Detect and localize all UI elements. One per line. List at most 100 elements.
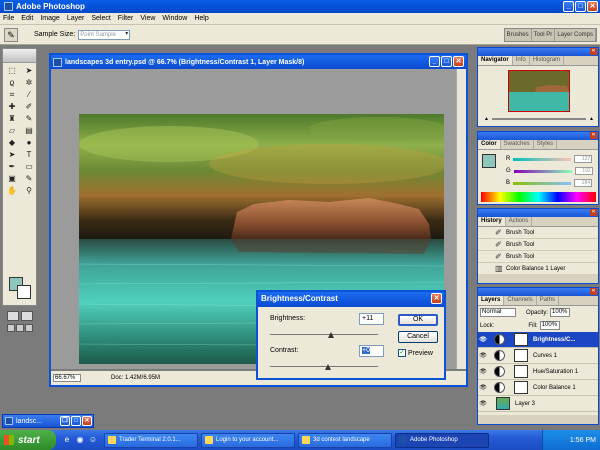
red-value[interactable]: 137: [574, 155, 593, 163]
messenger-icon[interactable]: ☺: [88, 435, 98, 445]
contrast-slider-thumb[interactable]: [325, 364, 331, 370]
eye-icon[interactable]: 👁: [478, 400, 488, 407]
document-maximize-button[interactable]: □: [441, 56, 452, 67]
tab-histogram[interactable]: Histogram: [530, 56, 565, 65]
menu-help[interactable]: Help: [194, 15, 208, 22]
maximize-button[interactable]: □: [575, 1, 586, 12]
menu-window[interactable]: Window: [162, 15, 187, 22]
ie-icon[interactable]: e: [62, 435, 72, 445]
type-tool-icon[interactable]: T: [21, 149, 37, 160]
color-panel-titlebar[interactable]: ✕: [478, 132, 598, 140]
color-close-icon[interactable]: ✕: [590, 132, 597, 139]
brightness-slider[interactable]: [270, 334, 378, 335]
move-tool-icon[interactable]: ➤: [21, 65, 37, 76]
clock[interactable]: 1:56 PM: [570, 437, 596, 444]
zoom-in-icon[interactable]: ▲: [589, 116, 594, 122]
tab-channels[interactable]: Channels: [504, 296, 537, 305]
navigator-close-icon[interactable]: ✕: [590, 48, 597, 55]
eye-icon[interactable]: 👁: [478, 352, 488, 359]
document-minimize-button[interactable]: _: [429, 56, 440, 67]
layers-close-icon[interactable]: ✕: [590, 288, 597, 295]
history-item[interactable]: ✐ Brush Tool: [478, 227, 598, 239]
layer-mask-thumbnail[interactable]: [514, 349, 528, 362]
taskbar-item[interactable]: Trader Terminal 2.0.1...: [104, 432, 198, 448]
menu-select[interactable]: Select: [91, 15, 110, 22]
layers-panel-titlebar[interactable]: ✕: [478, 288, 598, 296]
menu-edit[interactable]: Edit: [21, 15, 33, 22]
background-color-swatch[interactable]: [17, 285, 31, 299]
ok-button[interactable]: OK: [398, 314, 438, 326]
history-panel-titlebar[interactable]: ✕: [478, 209, 598, 217]
eye-icon[interactable]: 👁: [478, 384, 488, 391]
layer-mask-thumbnail[interactable]: [514, 333, 528, 346]
start-button[interactable]: start: [0, 430, 56, 450]
foreground-color-chip[interactable]: [482, 154, 496, 168]
clone-stamp-tool-icon[interactable]: ♜: [4, 113, 20, 124]
taskbar-item[interactable]: Adobe Photoshop: [395, 432, 489, 448]
slice-tool-icon[interactable]: ⁄: [21, 89, 37, 100]
cancel-button[interactable]: Cancel: [398, 331, 438, 343]
layer-row[interactable]: 👁 Color Balance 1: [478, 380, 598, 396]
preview-checkbox[interactable]: ✓ Preview: [398, 349, 433, 357]
tab-navigator[interactable]: Navigator: [478, 56, 513, 65]
history-item[interactable]: ✐ Brush Tool: [478, 251, 598, 263]
pen-tool-icon[interactable]: ✒: [4, 161, 20, 172]
palette-well-brushes[interactable]: Brushes: [505, 29, 532, 41]
notes-tool-icon[interactable]: ▣: [4, 173, 20, 184]
blend-mode-select[interactable]: Normal: [480, 308, 516, 317]
brush-tool-icon[interactable]: ✐: [21, 101, 37, 112]
crop-tool-icon[interactable]: ⌗: [4, 89, 20, 100]
layer-row[interactable]: 👁 Hue/Saturation 1: [478, 364, 598, 380]
path-selection-tool-icon[interactable]: ➤: [4, 149, 20, 160]
green-value[interactable]: 192: [574, 167, 593, 175]
layer-row[interactable]: 👁 Brightness/C...: [478, 332, 598, 348]
blur-tool-icon[interactable]: ◆: [4, 137, 20, 148]
eyedropper-tool-icon[interactable]: ✎: [4, 27, 18, 42]
tab-styles[interactable]: Styles: [534, 140, 558, 149]
close-button[interactable]: ✕: [587, 1, 598, 12]
document-close-button[interactable]: ✕: [453, 56, 464, 67]
eye-icon[interactable]: 👁: [478, 368, 488, 375]
minimized-document[interactable]: landsc... ❐ □ ✕: [2, 414, 94, 428]
menu-file[interactable]: File: [3, 15, 14, 22]
zoom-level-field[interactable]: 66.67%: [53, 374, 81, 382]
tab-swatches[interactable]: Swatches: [501, 140, 534, 149]
menu-image[interactable]: Image: [40, 15, 59, 22]
layer-row[interactable]: 👁 Layer 3: [478, 396, 598, 412]
navigator-panel-titlebar[interactable]: ✕: [478, 48, 598, 56]
history-item[interactable]: ✐ Brush Tool: [478, 239, 598, 251]
toolbox-header[interactable]: [3, 49, 36, 63]
blue-slider[interactable]: [513, 181, 572, 185]
media-player-icon[interactable]: ◉: [75, 435, 85, 445]
fill-field[interactable]: 100%: [539, 321, 560, 330]
eraser-tool-icon[interactable]: ▱: [4, 125, 20, 136]
palette-well-layer-comps[interactable]: Layer Comps: [555, 29, 596, 41]
zoom-tool-icon[interactable]: ⚲: [21, 185, 37, 196]
gradient-tool-icon[interactable]: ▤: [21, 125, 37, 136]
green-slider[interactable]: [513, 169, 572, 173]
taskbar-item[interactable]: Login to your account...: [201, 432, 295, 448]
dialog-title-bar[interactable]: Brightness/Contrast ✕: [258, 292, 444, 307]
contrast-slider[interactable]: [270, 366, 378, 367]
checkmark-icon[interactable]: ✓: [398, 349, 406, 357]
tab-info[interactable]: Info: [513, 56, 530, 65]
lasso-tool-icon[interactable]: ϱ: [4, 77, 20, 88]
eyedropper-icon[interactable]: ✎: [21, 173, 37, 184]
menu-layer[interactable]: Layer: [67, 15, 85, 22]
screen-mode-full-icon[interactable]: [16, 324, 24, 332]
palette-well-tool-presets[interactable]: Tool Pr: [532, 29, 556, 41]
minimize-button[interactable]: _: [563, 1, 574, 12]
dialog-close-button[interactable]: ✕: [431, 293, 442, 304]
brightness-slider-thumb[interactable]: [328, 332, 334, 338]
menu-filter[interactable]: Filter: [118, 15, 134, 22]
history-close-icon[interactable]: ✕: [590, 209, 597, 216]
color-spectrum[interactable]: [481, 192, 596, 202]
layer-mask-thumbnail[interactable]: [514, 365, 528, 378]
document-title-bar[interactable]: landscapes 3d entry.psd @ 66.7% (Brightn…: [51, 55, 466, 69]
healing-brush-tool-icon[interactable]: ✚: [4, 101, 20, 112]
screen-mode-fullscreen-icon[interactable]: [25, 324, 33, 332]
magic-wand-tool-icon[interactable]: ✲: [21, 77, 37, 88]
blue-value[interactable]: 184: [574, 179, 593, 187]
maximize-button[interactable]: □: [71, 416, 81, 426]
history-brush-tool-icon[interactable]: ✎: [21, 113, 37, 124]
